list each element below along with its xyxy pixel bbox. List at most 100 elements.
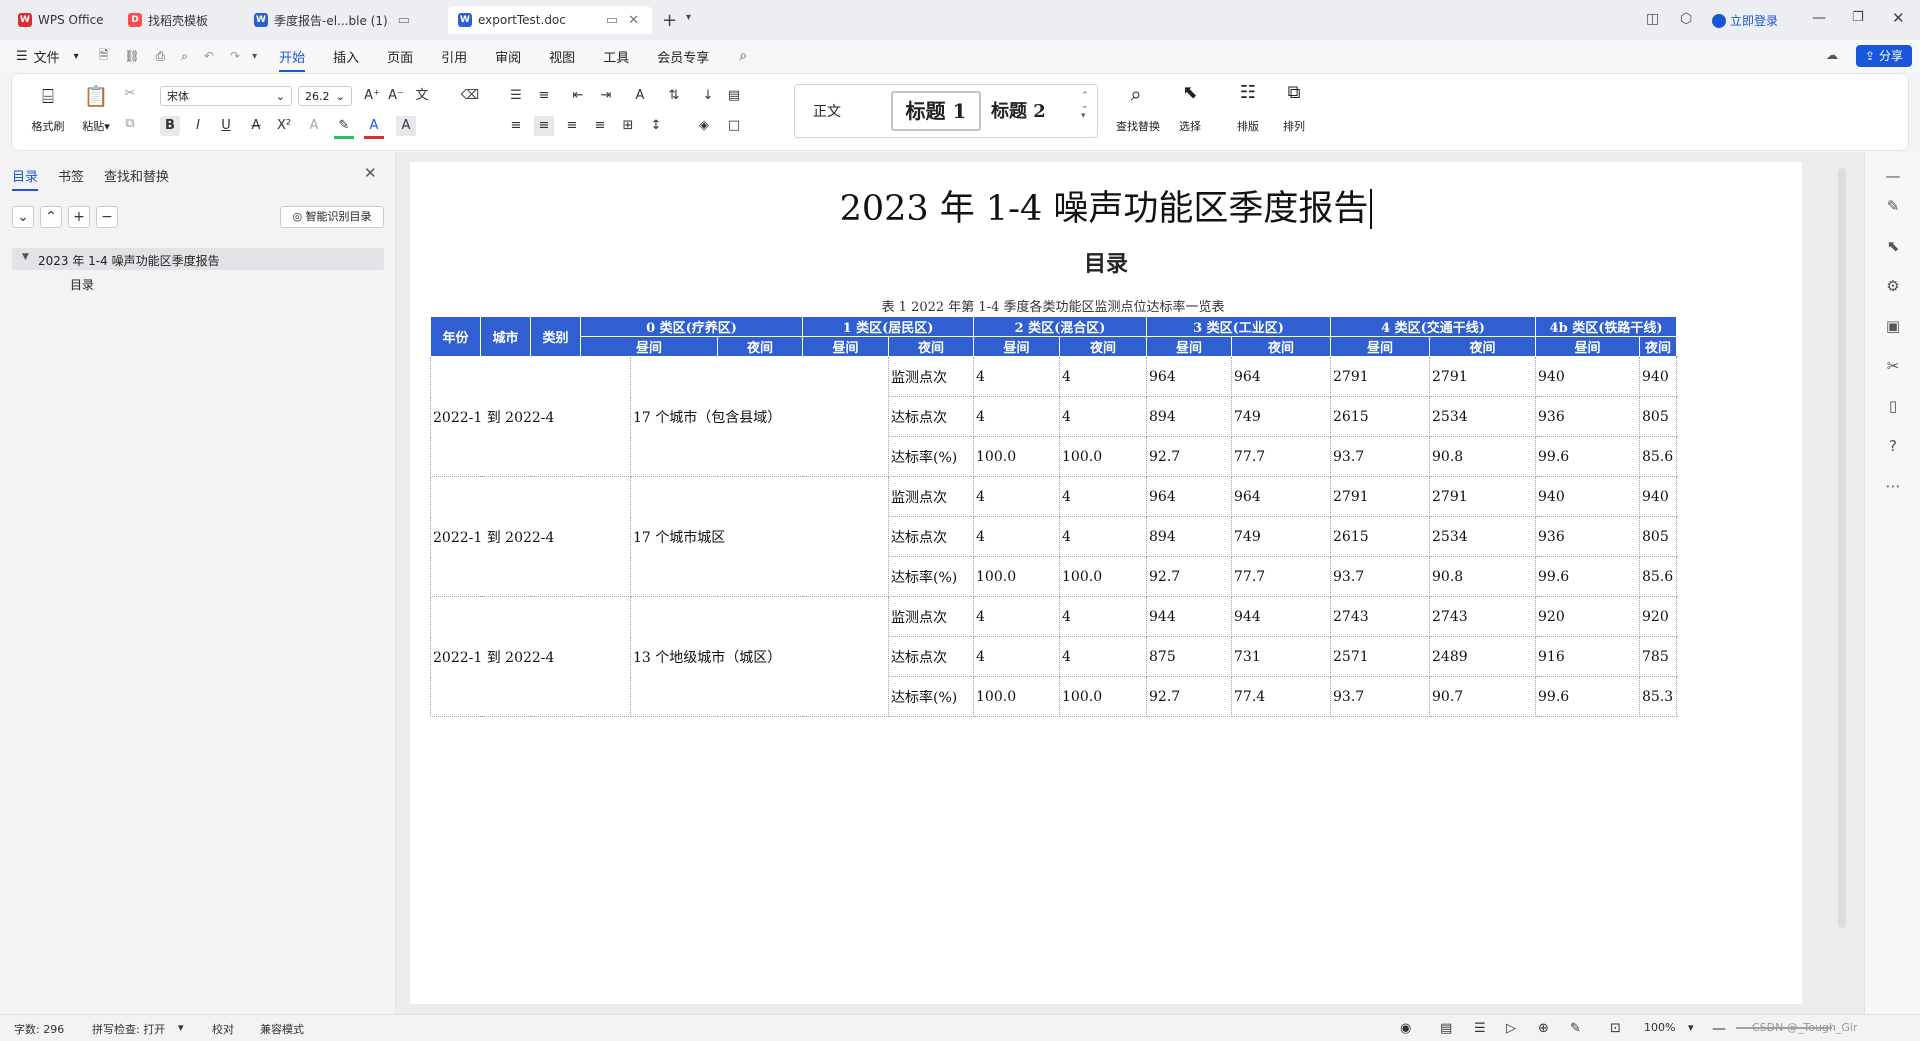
add-heading-plus-icon[interactable]: + [68,206,90,228]
print-preview-icon[interactable]: ⌕ [181,49,188,64]
style-normal[interactable]: 正文 [813,101,841,121]
menu-insert[interactable]: 插入 [333,47,359,66]
border-icon[interactable]: □ [724,116,744,136]
chevron-down-icon[interactable]: ▾ [74,51,79,62]
cut-icon[interactable]: ✂ [120,84,140,104]
paste-button[interactable]: 粘贴▾ [74,118,118,134]
tab-quarterly-report[interactable]: W 季度报告-el...ble (1) ▭ [244,6,442,34]
font-name-select[interactable]: 宋体 ⌄ [160,86,292,106]
sidebar-tab-bookmarks[interactable]: 书签 [58,166,84,185]
align-center-icon[interactable]: ≡ [534,116,554,136]
toc-item-level-2[interactable]: 目录 [70,276,94,293]
pointer-icon[interactable]: ⬉ [1883,236,1903,256]
number-list-icon[interactable]: ≡ [534,86,554,106]
help-icon[interactable]: ? [1883,436,1903,456]
vertical-scrollbar[interactable] [1838,168,1846,928]
justify-icon[interactable]: ≡ [590,116,610,136]
fit-page-icon[interactable]: ⊡ [1610,1021,1621,1036]
undo-icon[interactable]: ↶ [204,49,214,63]
bold-icon[interactable]: B [160,116,180,136]
underline-icon[interactable]: U [216,116,236,136]
highlight-icon[interactable]: ✎ [334,116,354,139]
find-replace-icon[interactable]: ⌕ [1112,82,1160,106]
monitor-icon[interactable]: ▭ [398,13,410,28]
menu-member[interactable]: 会员专享 [657,47,709,66]
save-icon[interactable]: 🗎 [99,46,109,67]
menu-page[interactable]: 页面 [387,47,413,66]
font-shrink-icon[interactable]: A⁻ [386,86,406,106]
tools-icon[interactable]: ✂ [1883,356,1903,376]
zoom-out-icon[interactable]: — [1712,1021,1726,1037]
layout-button[interactable]: 排版 [1230,118,1266,134]
close-window-icon[interactable]: ✕ [1892,9,1905,27]
menu-tools[interactable]: 工具 [603,47,629,66]
spell-check-chevron-icon[interactable]: ▾ [178,1021,184,1034]
close-icon[interactable]: ✕ [364,164,377,182]
style-heading-1[interactable]: 标题 1 [891,91,981,131]
align-left-icon[interactable]: ≡ [506,116,526,136]
line-sort-icon[interactable]: ⇅ [664,86,684,106]
tab-docer[interactable]: D 找稻壳模板 [118,6,238,34]
book-icon[interactable]: ▯ [1883,396,1903,416]
menu-home[interactable]: 开始 [279,47,306,72]
style-heading-2[interactable]: 标题 2 [991,97,1046,123]
image-icon[interactable]: ▣ [1883,316,1903,336]
expand-chevron-up-icon[interactable]: ⌃ [40,206,62,228]
line-spacing-icon[interactable]: ↕ [646,116,666,136]
sort-icon[interactable]: ↓ [698,86,718,106]
print-icon[interactable]: ⎙ [156,49,166,64]
layout-icon[interactable]: ☷ [1230,82,1266,103]
close-icon[interactable]: ✕ [628,13,639,28]
superscript-icon[interactable]: X² [274,116,294,136]
collapse-minus-icon[interactable]: — [1883,166,1903,186]
pinyin-icon[interactable]: 文 [412,86,432,106]
copy-icon[interactable]: ⧉ [120,114,140,134]
restore-icon[interactable]: ❐ [1852,10,1864,25]
font-color-icon[interactable]: A [364,116,384,139]
pen-mode-icon[interactable]: ✎ [1570,1021,1581,1036]
clear-format-icon[interactable]: ⌫ [460,86,480,106]
text-direction-icon[interactable]: A [630,86,650,106]
sidebar-tab-toc[interactable]: 目录 [12,166,39,191]
arrange-icon[interactable]: ⧉ [1276,82,1312,103]
menu-references[interactable]: 引用 [441,47,467,66]
tab-wps-office[interactable]: W WPS Office [8,6,114,34]
new-tab-plus-icon[interactable]: + [662,10,677,31]
chevron-down-icon[interactable]: ▾ [686,12,691,23]
strikethrough-icon[interactable]: A [246,116,266,136]
adjust-icon[interactable]: ⚙ [1883,276,1903,296]
tab-export-test[interactable]: W exportTest.doc ▭ ✕ [448,6,652,34]
menu-view[interactable]: 视图 [549,47,575,66]
play-icon[interactable]: ▷ [1506,1021,1516,1036]
login-button[interactable]: 立即登录 [1712,12,1778,29]
bullet-list-icon[interactable]: ☰ [506,86,526,106]
table-border-icon[interactable]: ▤ [724,86,744,106]
collapse-chevron-down-icon[interactable]: ⌄ [12,206,34,228]
sidebar-tab-find-replace[interactable]: 查找和替换 [104,166,169,185]
web-view-icon[interactable]: ⊕ [1538,1021,1549,1036]
format-painter-icon[interactable]: ⌸ [30,84,66,108]
distribute-icon[interactable]: ⊞ [618,116,638,136]
redo-icon[interactable]: ↷ [230,49,240,63]
hamburger-icon[interactable]: ☰ [16,49,28,64]
spell-check-toggle[interactable]: 拼写检查: 打开 [92,1021,165,1037]
find-replace-button[interactable]: 查找替换 [1110,118,1166,134]
select-button[interactable]: 选择 [1172,118,1208,134]
link-icon[interactable]: ⛓ [124,49,139,63]
paste-icon[interactable]: 📋 [78,84,114,108]
share-button[interactable]: ⇪ 分享 [1856,45,1912,67]
file-menu[interactable]: 文件 [34,47,60,66]
font-grow-icon[interactable]: A⁺ [362,86,382,106]
page-view-icon[interactable]: ▤ [1440,1021,1452,1036]
outline-view-icon[interactable]: ☰ [1474,1021,1486,1036]
text-effect-icon[interactable]: A [304,116,324,136]
indent-icon[interactable]: ⇥ [596,86,616,106]
align-right-icon[interactable]: ≡ [562,116,582,136]
monitor-icon[interactable]: ▭ [606,13,618,28]
menu-review[interactable]: 审阅 [495,47,521,66]
cloud-icon[interactable]: ☁ [1826,48,1838,62]
triangle-down-icon[interactable]: ▼ [22,252,29,262]
format-painter-button[interactable]: 格式刷 [28,118,68,134]
layout-icon[interactable]: ◫ [1646,11,1659,27]
toc-item-level-1[interactable]: ▼ 2023 年 1-4 噪声功能区季度报告 [12,248,384,270]
